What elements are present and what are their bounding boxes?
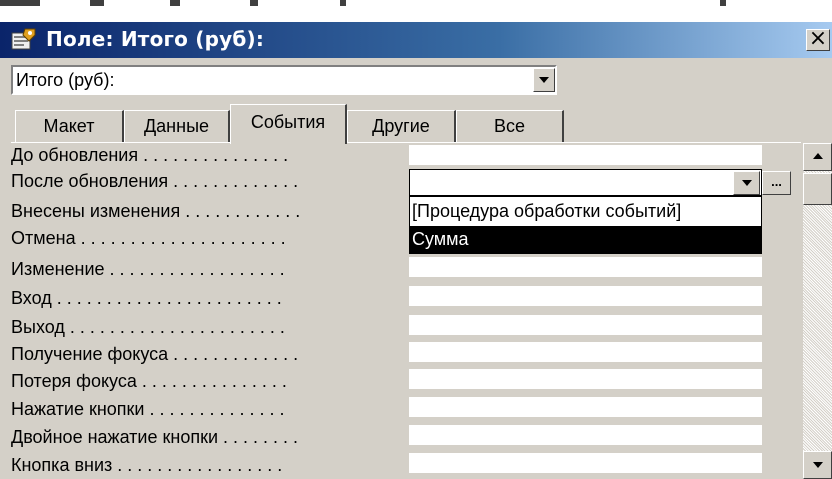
strip-fragment (340, 0, 346, 6)
property-label-exit[interactable]: Выход . . . . . . . . . . . . . . . . . … (11, 317, 409, 338)
scroll-down-button[interactable] (803, 451, 832, 479)
tab-label: События (250, 112, 326, 132)
strip-fragment (250, 0, 258, 6)
tab-other[interactable]: Другие (347, 110, 456, 142)
arrow-down-icon (812, 462, 823, 468)
tab-layout[interactable]: Макет (15, 110, 124, 142)
tab-label: Макет (43, 116, 95, 136)
scroll-up-button[interactable] (803, 143, 832, 171)
property-value-got-focus[interactable] (409, 342, 762, 363)
property-value-mouse-down[interactable] (409, 453, 762, 474)
builder-button-label: ... (771, 174, 782, 189)
property-value-click[interactable] (409, 397, 762, 418)
property-label-click[interactable]: Нажатие кнопки . . . . . . . . . . . . .… (11, 399, 409, 420)
top-strip (0, 0, 832, 22)
strip-fragment (0, 0, 40, 6)
property-value-lost-focus[interactable] (409, 369, 762, 390)
property-label-change[interactable]: Изменение . . . . . . . . . . . . . . . … (11, 259, 409, 280)
dropdown-list: [Процедура обработки событий] Сумма (409, 196, 762, 254)
strip-fragment (720, 0, 726, 6)
property-value-enter[interactable] (409, 286, 762, 307)
properties-icon (11, 27, 37, 51)
after-update-dropdown-button[interactable] (733, 171, 760, 195)
tab-label: Другие (372, 116, 430, 136)
dropdown-option-event-procedure[interactable]: [Процедура обработки событий] (410, 198, 761, 225)
object-selector-value: Итого (руб): (16, 70, 115, 90)
property-label-enter[interactable]: Вход . . . . . . . . . . . . . . . . . .… (11, 288, 409, 309)
close-icon: × (808, 26, 828, 51)
property-label-got-focus[interactable]: Получение фокуса . . . . . . . . . . . .… (11, 344, 409, 365)
tab-all[interactable]: Все (456, 110, 564, 142)
property-label-after-update[interactable]: После обновления . . . . . . . . . . . .… (11, 171, 409, 192)
strip-fragment (90, 0, 104, 6)
window-title: Поле: Итого (руб): (46, 27, 265, 51)
scroll-thumb[interactable] (803, 173, 832, 205)
property-value-exit[interactable] (409, 315, 762, 336)
property-value-before-update[interactable] (409, 145, 762, 166)
strip-fragment (170, 0, 180, 6)
tab-events[interactable]: События (230, 104, 347, 144)
property-label-dbl-click[interactable]: Двойное нажатие кнопки . . . . . . . . (11, 427, 409, 448)
dropdown-option-sum[interactable]: Сумма (410, 226, 761, 253)
object-selector[interactable]: Итого (руб): (11, 65, 557, 95)
chevron-down-icon (741, 180, 752, 186)
tab-data[interactable]: Данные (124, 110, 230, 142)
property-label-mouse-down[interactable]: Кнопка вниз . . . . . . . . . . . . . . … (11, 455, 409, 476)
chevron-down-icon (539, 77, 549, 83)
title-bar: Поле: Итого (руб): × (0, 22, 832, 58)
property-value-change[interactable] (409, 257, 762, 278)
arrow-up-icon (812, 153, 823, 159)
property-label-lost-focus[interactable]: Потеря фокуса . . . . . . . . . . . . . … (11, 371, 409, 392)
close-button[interactable]: × (806, 26, 830, 51)
object-selector-dropdown-button[interactable] (533, 68, 555, 92)
property-value-dbl-click[interactable] (409, 425, 762, 446)
tab-baseline (11, 142, 801, 143)
tab-label: Все (493, 116, 526, 136)
tab-label: Данные (143, 116, 210, 136)
property-label-undo[interactable]: Отмена . . . . . . . . . . . . . . . . .… (11, 228, 409, 249)
vertical-scrollbar[interactable] (803, 143, 832, 479)
property-value-after-update[interactable] (409, 169, 762, 196)
builder-button[interactable]: ... (762, 171, 791, 195)
property-label-before-update[interactable]: До обновления . . . . . . . . . . . . . … (11, 145, 409, 166)
property-label-dirty[interactable]: Внесены изменения . . . . . . . . . . . … (11, 201, 409, 222)
